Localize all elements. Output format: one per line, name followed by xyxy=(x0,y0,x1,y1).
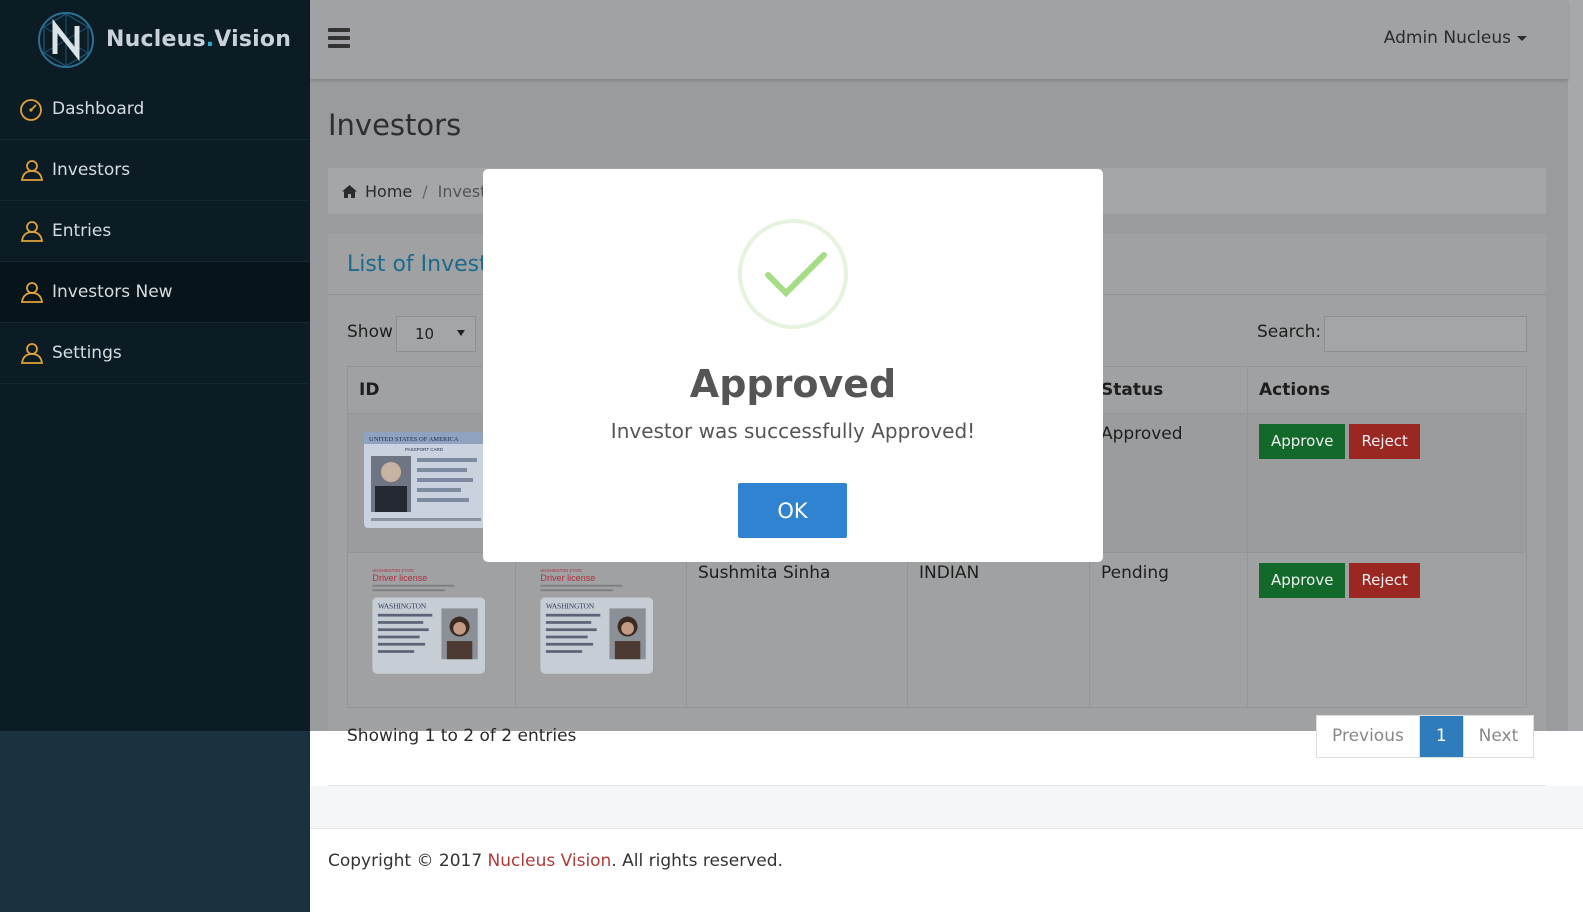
license-title: Driver license xyxy=(540,573,595,583)
sidebar-item-label: Investors New xyxy=(52,282,173,302)
reject-button[interactable]: Reject xyxy=(1349,424,1420,459)
success-dialog: Approved Investor was successfully Appro… xyxy=(483,169,1103,562)
content-bottom-spacer xyxy=(310,786,1583,828)
brand-name: Nucleus.Vision xyxy=(106,27,292,52)
breadcrumb-home[interactable]: Home xyxy=(365,182,412,201)
table-cell-name: Sushmita Sinha xyxy=(686,552,908,708)
user-icon xyxy=(18,157,44,183)
sidebar-item-settings[interactable]: Settings xyxy=(0,323,310,384)
column-header-status[interactable]: Status xyxy=(1089,366,1248,414)
sidebar-item-label: Settings xyxy=(52,343,122,363)
page-1-button[interactable]: 1 xyxy=(1418,716,1463,757)
license-card-state: WASHINGTON xyxy=(546,602,595,610)
passport-card-heading: UNITED STATES OF AMERICA xyxy=(369,436,459,443)
sidebar-nav: Dashboard Investors Entries Investors Ne… xyxy=(0,79,310,384)
pagination: Previous 1 Next xyxy=(1316,715,1535,758)
speedometer-icon xyxy=(18,96,44,122)
passport-card-subheading: PASSPORT CARD xyxy=(405,447,444,452)
dialog-title: Approved xyxy=(689,362,897,406)
driver-license-back-image[interactable]: WASHINGTON STATE Driver license WASHINGT… xyxy=(527,563,661,681)
sidebar-item-dashboard[interactable]: Dashboard xyxy=(0,79,310,140)
user-menu[interactable]: Admin Nucleus xyxy=(1384,28,1527,48)
table-cell-id: WASHINGTON STATE Driver license WASHINGT… xyxy=(347,552,516,708)
table-cell-doc2: WASHINGTON STATE Driver license WASHINGT… xyxy=(515,552,687,708)
approve-button[interactable]: Approve xyxy=(1259,424,1346,459)
table-cell-status: Approved xyxy=(1089,413,1248,553)
checkmark-icon xyxy=(765,252,827,298)
page-length-select[interactable]: 10 xyxy=(396,316,476,352)
reject-button[interactable]: Reject xyxy=(1349,563,1420,598)
table-row: WASHINGTON STATE Driver license WASHINGT… xyxy=(347,552,1527,708)
approve-button[interactable]: Approve xyxy=(1259,563,1346,598)
sidebar-item-label: Investors xyxy=(52,160,131,180)
sidebar: Nucleus.Vision Dashboard Investors Entri… xyxy=(0,0,310,912)
next-page-button[interactable]: Next xyxy=(1462,716,1534,757)
sidebar-item-entries[interactable]: Entries xyxy=(0,201,310,262)
table-cell-actions: Approve Reject xyxy=(1247,413,1527,553)
show-entries-label: Show xyxy=(347,322,393,342)
passport-card-image[interactable]: UNITED STATES OF AMERICA PASSPORT CARD xyxy=(359,424,493,542)
success-circle xyxy=(738,219,848,329)
driver-license-front-image[interactable]: WASHINGTON STATE Driver license WASHINGT… xyxy=(359,563,493,681)
caret-down-icon xyxy=(1517,35,1527,41)
table-cell-actions: Approve Reject xyxy=(1247,552,1527,708)
footer-copyright: Copyright © 2017 xyxy=(328,851,488,871)
home-icon xyxy=(342,184,357,198)
menu-toggle-icon[interactable] xyxy=(328,28,350,48)
dialog-message: Investor was successfully Approved! xyxy=(610,419,976,443)
select-caret-icon xyxy=(457,330,465,336)
top-navbar: Admin Nucleus xyxy=(310,0,1568,79)
page-title: Investors xyxy=(328,108,462,142)
user-icon xyxy=(18,340,44,366)
previous-page-button[interactable]: Previous xyxy=(1317,716,1419,757)
user-name: Admin Nucleus xyxy=(1383,28,1511,48)
table-info: Showing 1 to 2 of 2 entries xyxy=(347,726,577,746)
brand[interactable]: Nucleus.Vision xyxy=(0,0,310,79)
table-cell-nationality: INDIAN xyxy=(907,552,1090,708)
footer: Copyright © 2017 Nucleus Vision. All rig… xyxy=(310,828,1583,912)
panel-title: List of Investo xyxy=(347,251,502,277)
user-icon xyxy=(18,218,44,244)
footer-brand-link[interactable]: Nucleus Vision xyxy=(488,851,612,871)
sidebar-item-investors-new[interactable]: Investors New xyxy=(0,262,310,323)
scrollbar[interactable] xyxy=(1568,0,1583,731)
user-icon xyxy=(18,279,44,305)
search-label: Search: xyxy=(1257,322,1322,342)
ok-button[interactable]: OK xyxy=(738,483,847,538)
sidebar-item-label: Entries xyxy=(52,221,112,241)
nucleus-logo-icon xyxy=(38,11,94,68)
column-header-actions: Actions xyxy=(1247,366,1527,414)
table-cell-status: Pending xyxy=(1089,552,1248,708)
search-input[interactable] xyxy=(1324,316,1527,352)
license-card-state: WASHINGTON xyxy=(378,602,427,610)
sidebar-item-investors[interactable]: Investors xyxy=(0,140,310,201)
breadcrumb-separator: / xyxy=(422,181,428,201)
sidebar-nav-area: Nucleus.Vision Dashboard Investors Entri… xyxy=(0,0,310,731)
license-title: Driver license xyxy=(372,573,427,583)
sidebar-item-label: Dashboard xyxy=(52,99,145,119)
page-length-value: 10 xyxy=(415,325,435,343)
footer-rights: . All rights reserved. xyxy=(611,851,783,871)
